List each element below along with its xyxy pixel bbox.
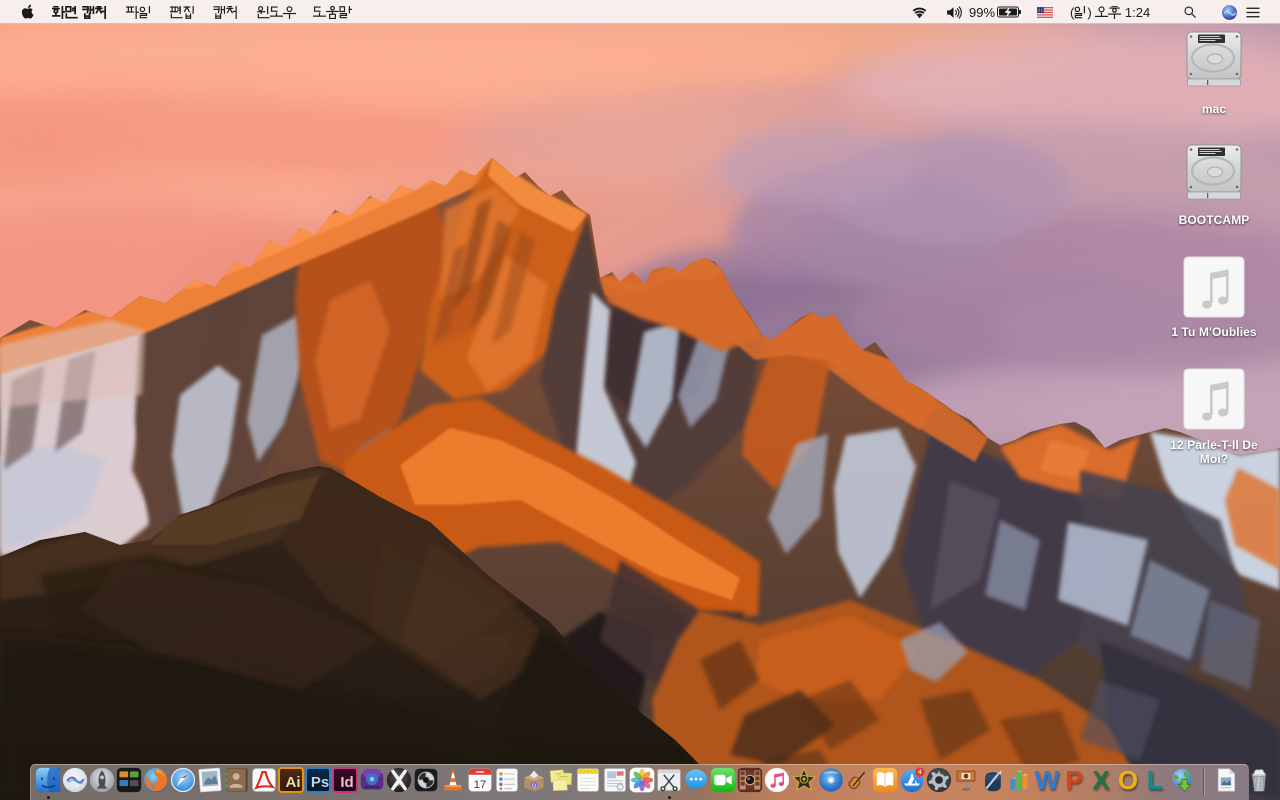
svg-text:17: 17 [474, 779, 487, 791]
svg-text:4: 4 [918, 769, 922, 776]
svg-text:Q: Q [532, 783, 536, 789]
